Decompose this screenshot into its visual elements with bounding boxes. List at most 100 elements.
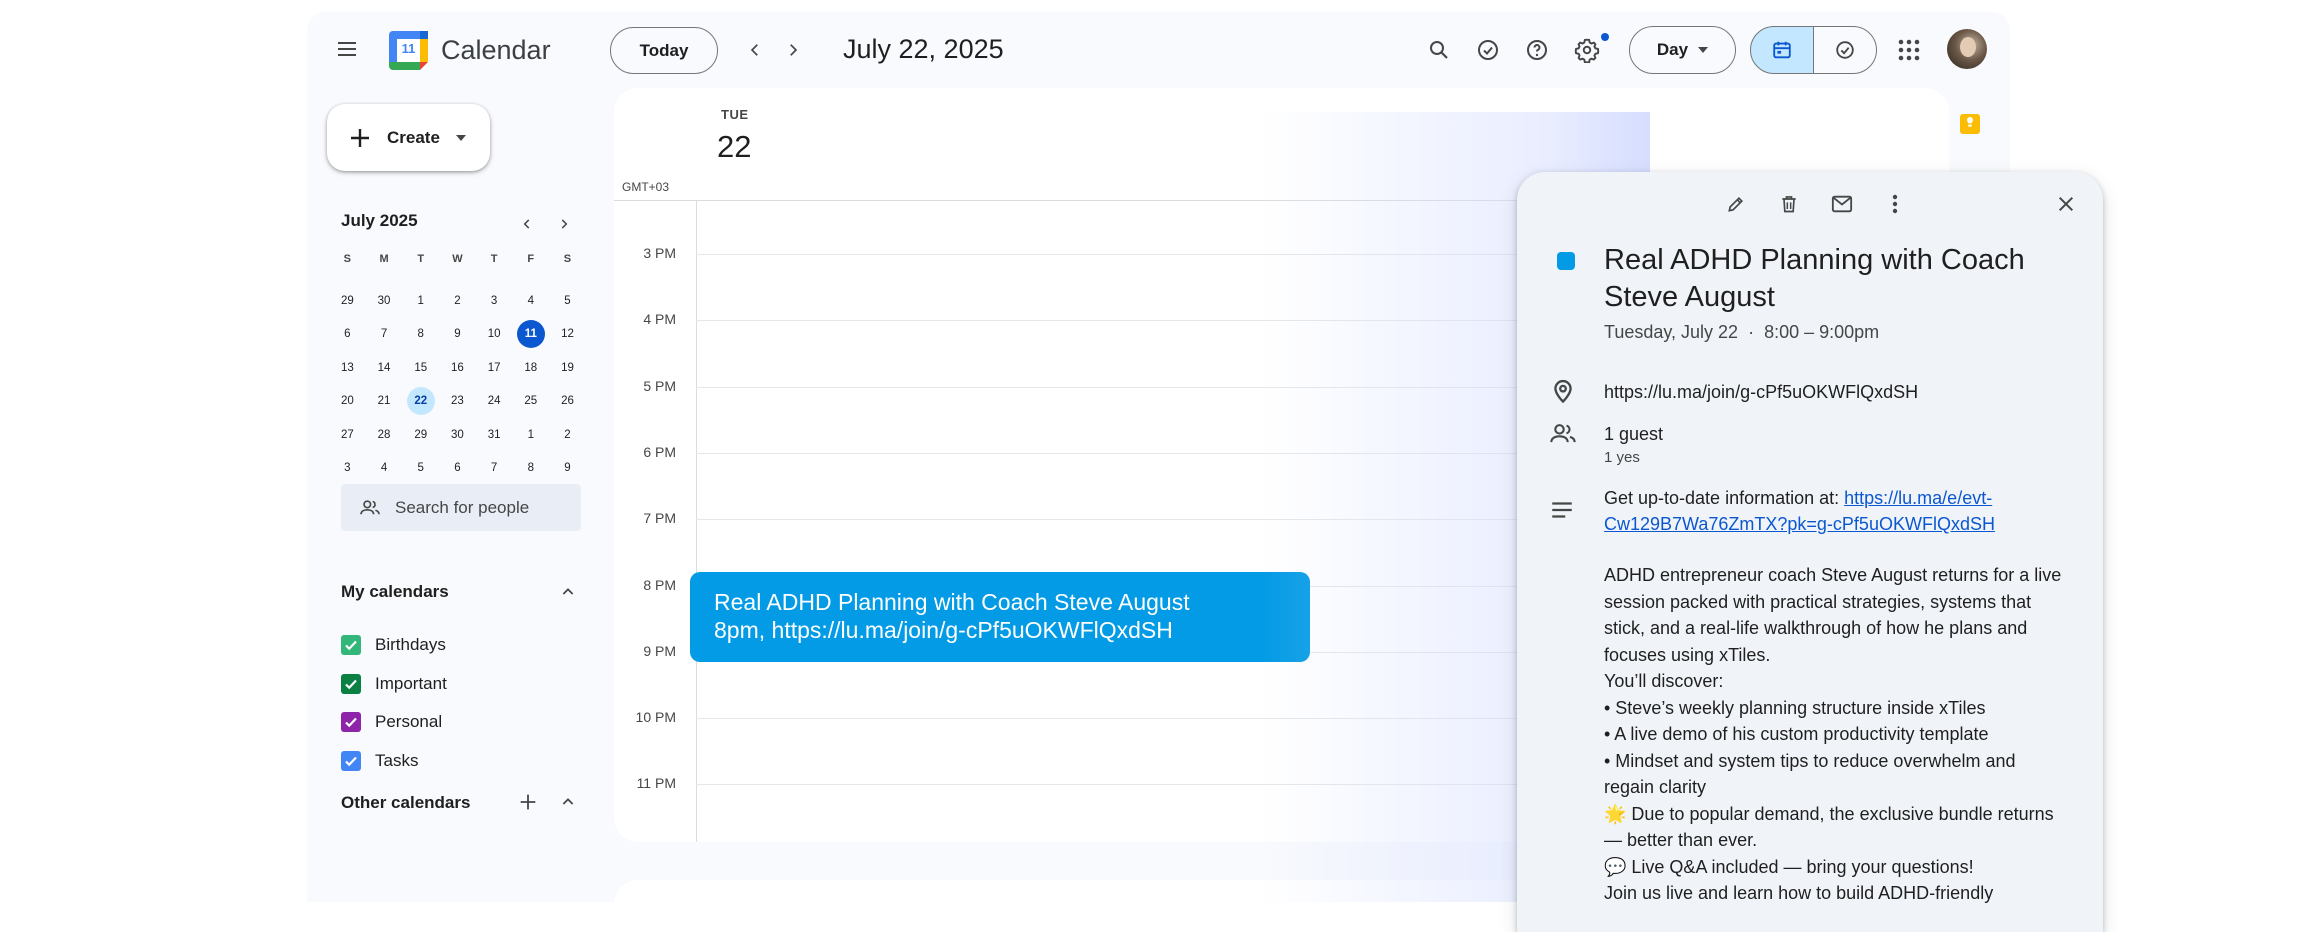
mini-calendar-day[interactable]: 7 bbox=[476, 451, 513, 484]
email-guests-button[interactable] bbox=[1821, 183, 1863, 225]
search-people-field[interactable]: Search for people bbox=[341, 484, 581, 531]
mini-calendar-day[interactable]: 7 bbox=[366, 318, 403, 351]
mini-calendar-day[interactable]: 16 bbox=[439, 351, 476, 384]
mini-calendar-day[interactable]: 3 bbox=[329, 451, 366, 484]
help-button[interactable] bbox=[1516, 29, 1558, 71]
event-block[interactable]: Real ADHD Planning with Coach Steve Augu… bbox=[690, 572, 1310, 662]
mini-calendar-day[interactable]: 1 bbox=[512, 418, 549, 451]
mini-calendar-day-number: 31 bbox=[487, 428, 501, 441]
view-switcher-dropdown[interactable]: Day bbox=[1629, 26, 1736, 74]
other-calendars-collapse-button[interactable] bbox=[552, 786, 584, 818]
description-line: ADHD entrepreneur coach Steve August ret… bbox=[1604, 565, 2062, 585]
mini-calendar-day[interactable]: 28 bbox=[366, 418, 403, 451]
other-calendars-header[interactable]: Other calendars bbox=[341, 793, 470, 813]
today-button[interactable]: Today bbox=[610, 27, 718, 74]
mini-calendar-day[interactable]: 14 bbox=[366, 351, 403, 384]
chevron-left-icon bbox=[746, 41, 764, 59]
mini-calendar-day[interactable]: 26 bbox=[549, 385, 586, 418]
mini-calendar-day-number: 5 bbox=[564, 295, 571, 308]
mini-calendar-day[interactable]: 6 bbox=[439, 451, 476, 484]
calendar-logo[interactable]: 11 bbox=[389, 31, 428, 70]
edit-event-button[interactable] bbox=[1715, 183, 1757, 225]
tasks-view-toggle[interactable] bbox=[1813, 26, 1877, 74]
popup-info-link-line2: Cw129B7Wa76ZmTX?pk=g-cPf5uOKWFlQxdSH bbox=[1604, 514, 1995, 534]
checkbox-checked-icon[interactable] bbox=[341, 673, 361, 694]
my-calendars-collapse-button[interactable] bbox=[552, 576, 584, 608]
checkbox-checked-icon[interactable] bbox=[341, 750, 361, 771]
mini-calendar-day[interactable]: 29 bbox=[329, 284, 366, 317]
app-title: Calendar bbox=[441, 35, 551, 65]
mini-calendar-day[interactable]: 18 bbox=[512, 351, 549, 384]
settings-icon bbox=[1574, 37, 1600, 63]
mini-calendar-day[interactable]: 4 bbox=[512, 284, 549, 317]
mini-calendar-next-button[interactable] bbox=[549, 209, 579, 239]
mini-calendar-day[interactable]: 30 bbox=[366, 284, 403, 317]
account-avatar[interactable] bbox=[1947, 29, 1987, 69]
mini-calendar-day[interactable]: 8 bbox=[512, 451, 549, 484]
mini-calendar-day-number: 23 bbox=[451, 395, 464, 408]
mini-calendar-day[interactable]: 21 bbox=[366, 385, 403, 418]
more-options-button[interactable] bbox=[1874, 183, 1916, 225]
mini-calendar-day-number: 3 bbox=[490, 295, 498, 308]
delete-event-button[interactable] bbox=[1768, 183, 1810, 225]
checkbox-checked-icon[interactable] bbox=[341, 635, 361, 655]
mini-calendar-day[interactable]: 15 bbox=[402, 351, 439, 384]
mini-calendar-day[interactable]: 20 bbox=[329, 385, 366, 418]
mini-calendar-day[interactable]: 22 bbox=[402, 385, 439, 418]
calendar-item-tasks[interactable]: Tasks bbox=[341, 750, 418, 771]
close-popup-button[interactable] bbox=[2045, 183, 2087, 225]
mini-calendar-day[interactable]: 12 bbox=[549, 318, 586, 351]
mini-calendar-day[interactable]: 11 bbox=[512, 318, 549, 351]
settings-notification-dot bbox=[1601, 33, 1609, 41]
mini-calendar-prev-button[interactable] bbox=[512, 209, 542, 239]
mini-calendar-day-number: 14 bbox=[377, 361, 391, 374]
mini-calendar-day[interactable]: 5 bbox=[549, 284, 586, 317]
popup-guest-count[interactable]: 1 guest bbox=[1604, 421, 1663, 447]
search-button[interactable] bbox=[1418, 29, 1460, 71]
mail-icon bbox=[1831, 194, 1853, 214]
mini-calendar-day[interactable]: 23 bbox=[439, 385, 476, 418]
mini-calendar-day[interactable]: 13 bbox=[329, 351, 366, 384]
mini-calendar-day[interactable]: 4 bbox=[366, 451, 403, 484]
calendar-view-toggle[interactable] bbox=[1750, 26, 1814, 74]
day-number-link[interactable]: 22 bbox=[717, 129, 751, 165]
mini-calendar-day[interactable]: 27 bbox=[329, 418, 366, 451]
create-button[interactable]: Create bbox=[327, 104, 490, 171]
popup-location[interactable]: https://lu.ma/join/g-cPf5uOKWFlQxdSH bbox=[1604, 379, 1918, 405]
checkbox-checked-icon[interactable] bbox=[341, 712, 361, 732]
my-calendars-header[interactable]: My calendars bbox=[341, 582, 449, 602]
mini-calendar-day[interactable]: 5 bbox=[402, 451, 439, 484]
mini-calendar-day-number: 2 bbox=[564, 428, 571, 441]
mini-calendar-day[interactable]: 3 bbox=[476, 284, 513, 317]
tasks-button[interactable] bbox=[1467, 29, 1509, 71]
description-icon bbox=[1549, 499, 1579, 529]
mini-calendar-day[interactable]: 9 bbox=[549, 451, 586, 484]
calendar-item-personal[interactable]: Personal bbox=[341, 712, 442, 732]
mini-calendar-day[interactable]: 8 bbox=[402, 318, 439, 351]
mini-calendar-day[interactable]: 29 bbox=[402, 418, 439, 451]
description-line: • Steve’s weekly planning structure insi… bbox=[1604, 697, 1986, 718]
add-other-calendar-button[interactable] bbox=[512, 786, 544, 818]
mini-calendar-day[interactable]: 2 bbox=[439, 284, 476, 317]
mini-calendar-day[interactable]: 31 bbox=[476, 418, 513, 451]
mini-calendar-day-number: 20 bbox=[340, 395, 354, 408]
mini-calendar-day[interactable]: 24 bbox=[476, 385, 513, 418]
calendar-item-important[interactable]: Important bbox=[341, 673, 447, 694]
main-menu-button[interactable] bbox=[323, 25, 371, 73]
mini-calendar-day[interactable]: 2 bbox=[549, 418, 586, 451]
keep-side-panel-button[interactable] bbox=[1953, 107, 1987, 141]
mini-calendar-day[interactable]: 6 bbox=[329, 318, 366, 351]
next-period-button[interactable] bbox=[774, 31, 812, 69]
mini-calendar-day[interactable]: 17 bbox=[476, 351, 513, 384]
mini-calendar-day[interactable]: 19 bbox=[549, 351, 586, 384]
mini-calendar-day[interactable]: 1 bbox=[402, 284, 439, 317]
calendar-item-birthdays[interactable]: Birthdays bbox=[341, 635, 446, 655]
mini-calendar-day[interactable]: 10 bbox=[476, 318, 513, 351]
previous-period-button[interactable] bbox=[736, 31, 774, 69]
mini-calendar-day[interactable]: 9 bbox=[439, 318, 476, 351]
mini-calendar-day-number: 7 bbox=[490, 462, 498, 475]
google-apps-button[interactable] bbox=[1888, 29, 1930, 71]
mini-calendar-day[interactable]: 30 bbox=[439, 418, 476, 451]
mini-calendar-day[interactable]: 25 bbox=[512, 385, 549, 418]
mini-calendar-day-number: 6 bbox=[454, 462, 461, 475]
